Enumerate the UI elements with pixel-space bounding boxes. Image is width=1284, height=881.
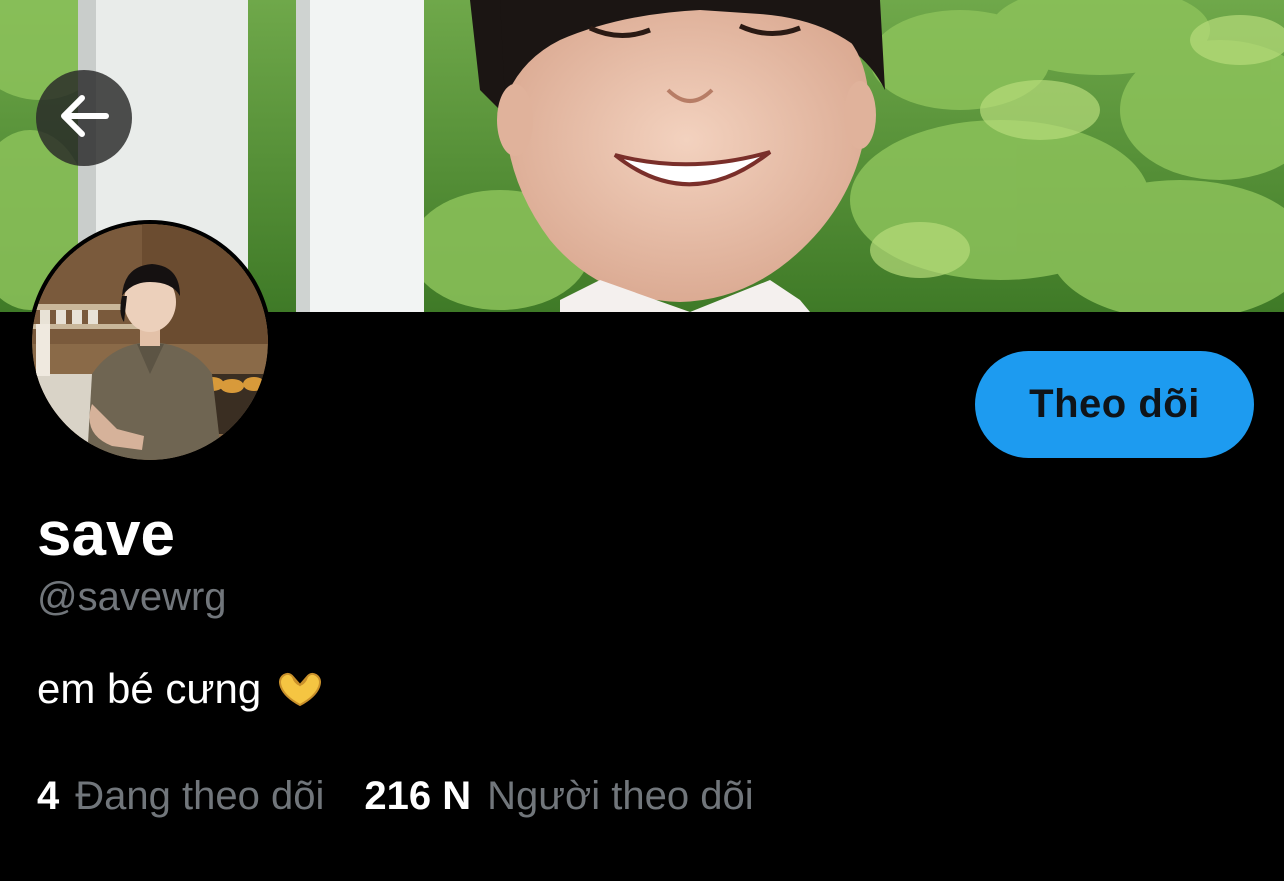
following-stat[interactable]: 4 Đang theo dõi — [37, 772, 324, 820]
followers-label: Người theo dõi — [487, 774, 754, 818]
profile-avatar[interactable] — [28, 220, 272, 464]
followers-stat[interactable]: 216 N Người theo dõi — [364, 772, 753, 820]
follow-button[interactable]: Theo dõi — [975, 351, 1254, 458]
back-button[interactable] — [36, 70, 132, 166]
profile-stats: 4 Đang theo dõi 216 N Người theo dõi — [37, 772, 794, 820]
profile-page: Theo dõi save @savewrg em bé cưng 4 Đang… — [0, 0, 1284, 881]
profile-bio: em bé cưng — [37, 664, 325, 714]
display-name: save — [37, 500, 175, 569]
followers-count: 216 N — [364, 774, 472, 818]
following-count: 4 — [37, 774, 60, 818]
bio-text: em bé cưng — [37, 665, 262, 712]
arrow-left-icon — [58, 94, 110, 143]
username-handle: @savewrg — [37, 575, 227, 619]
following-label: Đang theo dõi — [75, 774, 325, 818]
heart-hands-emoji-icon — [275, 669, 325, 709]
